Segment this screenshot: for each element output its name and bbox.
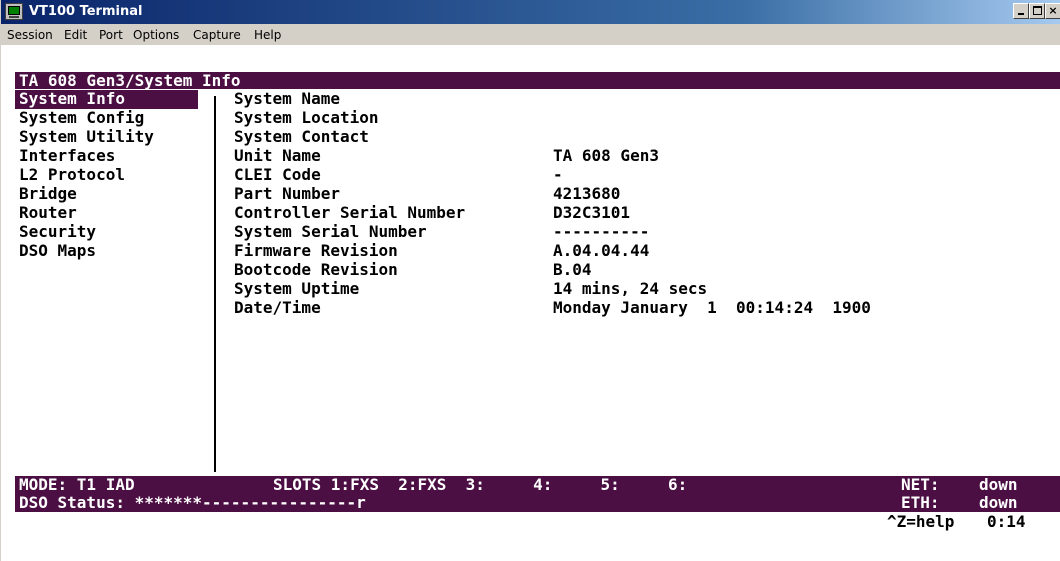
field-value: 14 mins, 24 secs — [553, 279, 708, 298]
menu-item-bridge[interactable]: Bridge — [19, 185, 77, 203]
field-value: - — [553, 165, 563, 184]
close-icon: × — [1048, 4, 1058, 17]
field-value: D32C3101 — [553, 203, 631, 222]
menu-options[interactable]: Options — [133, 28, 179, 42]
maximize-button[interactable] — [1029, 3, 1045, 19]
field-label: Firmware Revision — [234, 241, 398, 260]
help-hint: ^Z=help — [887, 512, 955, 531]
terminal-app-icon[interactable] — [5, 3, 23, 20]
minimize-icon — [1018, 13, 1024, 15]
field-value[interactable]: Monday January 1 00:14:24 1900 — [553, 299, 871, 317]
field-label: Controller Serial Number — [234, 203, 466, 222]
field-label[interactable]: Unit Name — [234, 147, 321, 165]
net-status: down — [979, 475, 1018, 494]
minimize-button[interactable] — [1013, 3, 1029, 19]
menu-item-system-config[interactable]: System Config — [19, 109, 144, 127]
field-label: Bootcode Revision — [234, 260, 398, 279]
menu-item-system-utility[interactable]: System Utility — [19, 128, 154, 146]
menu-bar: Session Edit Port Options Capture Help — [1, 24, 1060, 46]
field-label: Part Number — [234, 184, 340, 203]
menu-divider — [214, 96, 216, 472]
field-label[interactable]: System Contact — [234, 128, 369, 146]
field-label: System Serial Number — [234, 222, 427, 241]
field-label: CLEI Code — [234, 165, 321, 184]
field-label: System Uptime — [234, 279, 360, 298]
menu-help[interactable]: Help — [254, 28, 281, 42]
menu-edit[interactable]: Edit — [64, 28, 87, 42]
session-clock: 0:14 — [987, 512, 1026, 531]
menu-item-system-info[interactable]: System Info — [19, 90, 125, 108]
breadcrumb: TA 608 Gen3/System Info — [19, 71, 241, 90]
menu-capture[interactable]: Capture — [193, 28, 241, 42]
eth-label: ETH: — [901, 493, 940, 512]
dso-status: DSO Status: *******----------------r — [19, 493, 366, 512]
field-value: 4213680 — [553, 184, 621, 203]
close-button[interactable]: × — [1045, 3, 1060, 19]
menu-item-interfaces[interactable]: Interfaces — [19, 147, 115, 165]
net-label: NET: — [901, 475, 940, 494]
menu-item-l2-protocol[interactable]: L2 Protocol — [19, 166, 125, 184]
field-value: ---------- — [553, 222, 650, 241]
mode-indicator: MODE: T1 IAD — [19, 475, 135, 494]
vt100-window: VT100 Terminal × Session Edit Port Optio… — [0, 0, 1060, 561]
title-bar[interactable]: VT100 Terminal × — [1, 0, 1060, 24]
menu-session[interactable]: Session — [7, 28, 53, 42]
menu-item-dso-maps[interactable]: DSO Maps — [19, 242, 96, 260]
terminal-screen[interactable]: TA 608 Gen3/System Info System Info Syst… — [15, 72, 1060, 542]
window-title: VT100 Terminal — [29, 4, 143, 19]
eth-status: down — [979, 493, 1018, 512]
menu-port[interactable]: Port — [99, 28, 123, 42]
menu-item-router[interactable]: Router — [19, 204, 77, 222]
field-value: B.04 — [553, 260, 592, 279]
status-bar: MODE: T1 IAD SLOTS 1:FXS 2:FXS 3: 4: 5: … — [15, 476, 1060, 512]
menu-item-security[interactable]: Security — [19, 223, 96, 241]
maximize-icon — [1033, 6, 1042, 15]
field-label[interactable]: System Location — [234, 109, 379, 127]
slots-indicator: SLOTS 1:FXS 2:FXS 3: 4: 5: 6: — [273, 475, 688, 494]
field-value: A.04.04.44 — [553, 241, 650, 260]
breadcrumb-bar: TA 608 Gen3/System Info — [15, 72, 1060, 89]
field-label[interactable]: System Name — [234, 90, 340, 108]
field-label[interactable]: Date/Time — [234, 299, 321, 317]
field-value[interactable]: TA 608 Gen3 — [553, 147, 659, 165]
